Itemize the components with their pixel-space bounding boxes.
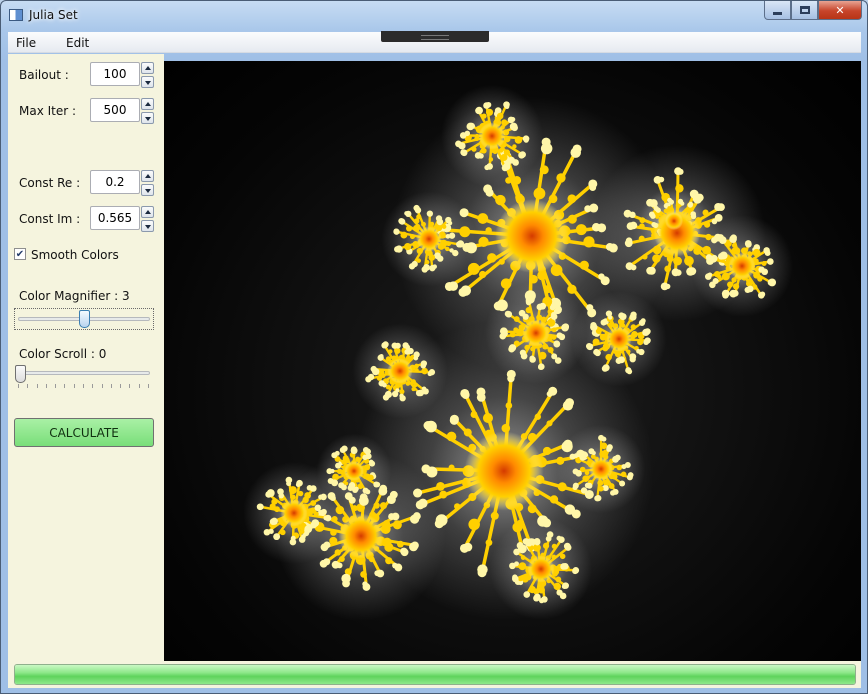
minimize-icon [773,11,782,15]
checkmark-icon: ✔ [15,248,25,260]
const-im-input[interactable]: 0.565 [90,206,140,230]
minimize-button[interactable] [764,1,791,20]
bailout-decrement-button[interactable] [141,76,154,88]
window: Julia Set ✕ File Edit Bailout : 100 Max … [0,0,868,694]
progress-fill [15,665,855,684]
window-title: Julia Set [29,8,78,22]
maximize-icon [799,6,810,14]
fractal-canvas[interactable] [164,61,861,661]
close-icon: ✕ [835,3,845,17]
color-scroll-slider[interactable] [14,365,154,391]
const-im-increment-button[interactable] [141,206,154,218]
color-magnifier-label: Color Magnifier : 3 [19,289,130,303]
const-im-decrement-button[interactable] [141,220,154,232]
slider-tick [73,384,75,388]
const-re-input[interactable]: 0.2 [90,170,140,194]
const-re-label: Const Re : [19,176,81,190]
progress-bar [14,664,856,685]
color-magnifier-thumb[interactable] [78,310,90,328]
slider-tick [120,384,122,388]
slider-tick [101,384,103,388]
max-iter-input[interactable]: 500 [90,98,140,122]
app-icon [9,9,23,21]
window-controls: ✕ [764,1,862,21]
settings-panel: Bailout : 100 Max Iter : 500 Const Re : … [8,54,164,661]
smooth-colors-checkbox[interactable]: ✔ [14,248,26,260]
slider-tick [138,384,140,388]
const-re-spinner [141,170,154,196]
bailout-spinner [141,62,154,88]
bailout-increment-button[interactable] [141,62,154,74]
bailout-input[interactable]: 100 [90,62,140,86]
maximize-button[interactable] [791,1,818,20]
color-scroll-thumb[interactable] [15,365,26,383]
slider-tick [92,384,94,388]
title-bar[interactable]: Julia Set ✕ [1,1,867,31]
close-button[interactable]: ✕ [818,1,862,20]
max-iter-increment-button[interactable] [141,98,154,110]
color-scroll-track [16,371,150,375]
smooth-colors-label[interactable]: Smooth Colors [31,248,119,262]
slider-tick [110,384,112,388]
const-re-increment-button[interactable] [141,170,154,182]
julia-set-image [243,85,793,621]
const-im-spinner [141,206,154,232]
max-iter-label: Max Iter : [19,104,77,118]
slider-tick [45,384,47,388]
menu-edit[interactable]: Edit [66,36,89,50]
slider-tick [18,384,19,388]
slider-tick [129,384,131,388]
color-scroll-label: Color Scroll : 0 [19,347,107,361]
menu-file[interactable]: File [16,36,36,50]
drag-grip[interactable] [381,31,489,42]
max-iter-decrement-button[interactable] [141,112,154,124]
const-im-label: Const Im : [19,212,81,226]
slider-tick [36,384,38,388]
calculate-button[interactable]: CALCULATE [14,418,154,447]
slider-tick [55,384,57,388]
color-magnifier-slider[interactable] [14,308,154,330]
color-scroll-ticks [18,384,149,388]
slider-tick [27,384,29,388]
slider-tick [148,384,149,388]
slider-tick [64,384,66,388]
slider-tick [83,384,84,388]
const-re-decrement-button[interactable] [141,184,154,196]
max-iter-spinner [141,98,154,124]
status-area [8,661,861,688]
bailout-label: Bailout : [19,68,69,82]
